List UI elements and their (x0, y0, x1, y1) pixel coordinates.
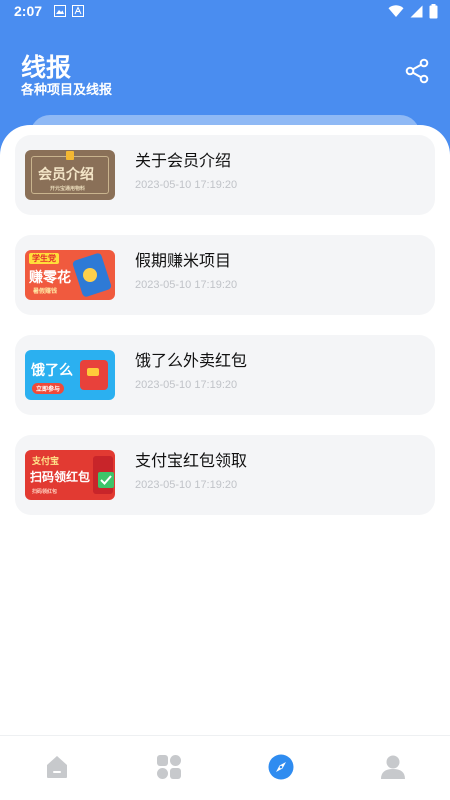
battery-icon (429, 4, 438, 23)
item-date: 2023-05-10 17:19:20 (135, 179, 238, 191)
content-sheet (0, 125, 450, 735)
holiday-earn-thumbnail: 学生党 赚零花 暑假赚钱 (25, 250, 115, 300)
nav-apps[interactable] (155, 753, 183, 781)
wifi-icon (388, 5, 404, 22)
item-title: 关于会员介绍 (135, 151, 232, 170)
text-notification-icon (72, 5, 84, 17)
image-notification-icon (54, 5, 66, 17)
list-item[interactable]: 饿了么 立即参与 饿了么外卖红包 2023-05-10 17:19:20 (15, 335, 435, 415)
item-title: 假期赚米项目 (135, 251, 232, 270)
list-item[interactable]: 支付宝 扫码领红包 扫码领红包 支付宝红包领取 2023-05-10 17:19… (15, 435, 435, 515)
eleme-thumbnail: 饿了么 立即参与 (25, 350, 115, 400)
item-date: 2023-05-10 17:19:20 (135, 379, 238, 391)
item-title: 支付宝红包领取 (135, 451, 248, 470)
item-title: 饿了么外卖红包 (135, 351, 248, 370)
status-bar: 2:07 (0, 0, 450, 24)
nav-discover[interactable] (267, 753, 295, 781)
user-icon (381, 755, 405, 779)
home-icon (47, 756, 67, 778)
status-time: 2:07 (14, 3, 43, 19)
share-icon[interactable] (403, 57, 431, 85)
signal-icon (410, 5, 423, 22)
bottom-nav (0, 735, 450, 800)
grid-icon (157, 755, 181, 779)
alipay-thumbnail: 支付宝 扫码领红包 扫码领红包 (25, 450, 115, 500)
list-item[interactable]: 学生党 赚零花 暑假赚钱 假期赚米项目 2023-05-10 17:19:20 (15, 235, 435, 315)
member-intro-thumbnail: 会员介绍 开元宝通用物料 (25, 150, 115, 200)
compass-icon (268, 754, 294, 780)
item-date: 2023-05-10 17:19:20 (135, 279, 238, 291)
item-date: 2023-05-10 17:19:20 (135, 479, 238, 491)
list-item[interactable]: 会员介绍 开元宝通用物料 关于会员介绍 2023-05-10 17:19:20 (15, 135, 435, 215)
page-subtitle: 各种项目及线报 (21, 83, 113, 98)
nav-profile[interactable] (379, 753, 407, 781)
nav-home[interactable] (43, 753, 71, 781)
